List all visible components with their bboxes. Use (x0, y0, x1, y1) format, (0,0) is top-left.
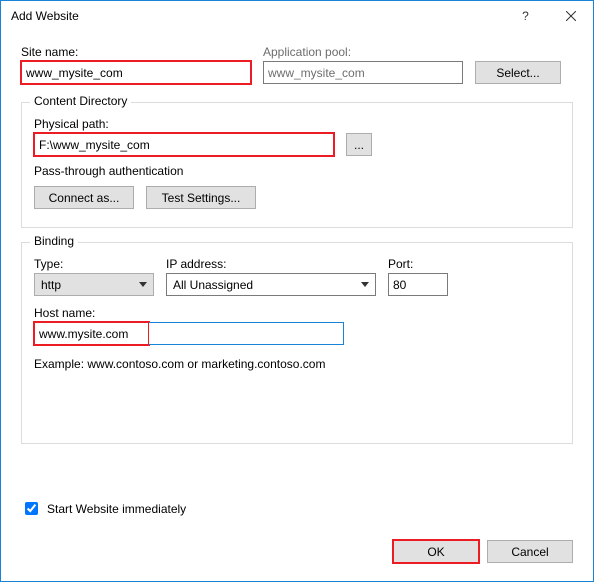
dialog-footer: OK Cancel (1, 528, 593, 581)
ip-select[interactable]: All Unassigned (166, 273, 376, 296)
host-example: Example: www.contoso.com or marketing.co… (34, 357, 560, 371)
binding-legend: Binding (30, 234, 78, 248)
title-bar: Add Website ? (1, 1, 593, 31)
dialog-body: Site name: Application pool: Select... C… (1, 31, 593, 528)
connect-as-button[interactable]: Connect as... (34, 186, 134, 209)
dialog-add-website: Add Website ? Site name: Application poo… (0, 0, 594, 582)
browse-path-button[interactable]: ... (346, 133, 372, 156)
type-value: http (41, 278, 61, 292)
help-icon: ? (522, 9, 529, 23)
ok-button[interactable]: OK (393, 540, 479, 563)
cancel-button[interactable]: Cancel (487, 540, 573, 563)
type-select[interactable]: http (34, 273, 154, 296)
close-button[interactable] (548, 1, 593, 31)
physical-path-label: Physical path: (34, 117, 109, 131)
select-app-pool-button[interactable]: Select... (475, 61, 561, 84)
physical-path-input[interactable] (34, 133, 334, 156)
host-name-prefix (34, 322, 149, 345)
chevron-down-icon (361, 282, 369, 287)
content-directory-legend: Content Directory (30, 94, 131, 108)
window-title: Add Website (11, 9, 503, 23)
port-label: Port: (388, 257, 448, 271)
help-button[interactable]: ? (503, 1, 548, 31)
host-name-input[interactable] (149, 322, 344, 345)
app-pool-label: Application pool: (263, 45, 463, 59)
ip-label: IP address: (166, 257, 376, 271)
ellipsis-icon: ... (354, 138, 364, 152)
start-immediately-label: Start Website immediately (47, 502, 186, 516)
test-settings-button[interactable]: Test Settings... (146, 186, 256, 209)
binding-group: Binding Type: http IP address: All Unass… (21, 242, 573, 444)
host-name-label: Host name: (34, 306, 560, 320)
close-icon (566, 11, 576, 21)
content-directory-group: Content Directory Physical path: ... Pas… (21, 102, 573, 228)
port-input[interactable] (388, 273, 448, 296)
app-pool-input (263, 61, 463, 84)
type-label: Type: (34, 257, 154, 271)
ip-value: All Unassigned (173, 278, 253, 292)
chevron-down-icon (139, 282, 147, 287)
site-name-label: Site name: (21, 45, 251, 59)
start-immediately-checkbox[interactable] (25, 502, 38, 515)
passthrough-label: Pass-through authentication (34, 164, 560, 178)
site-name-input[interactable] (21, 61, 251, 84)
